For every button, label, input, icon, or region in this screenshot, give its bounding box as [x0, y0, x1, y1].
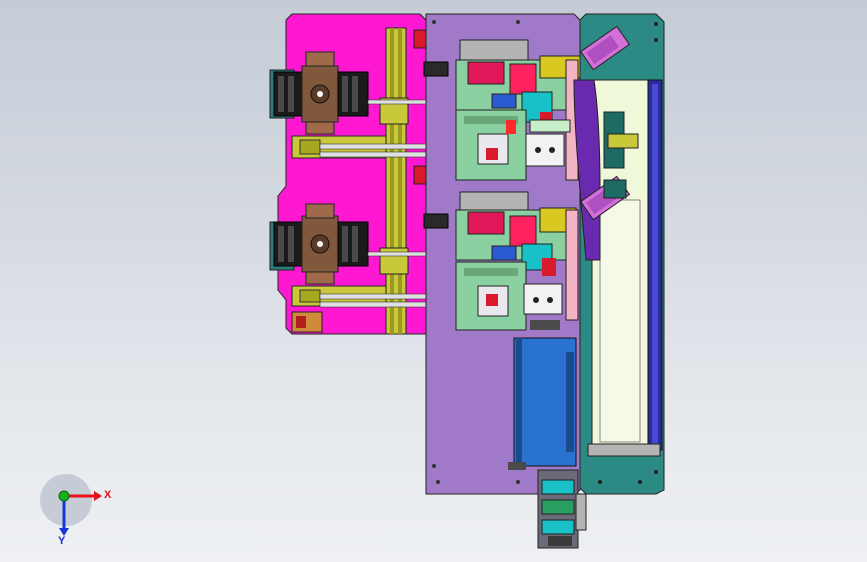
- y-axis-label: Y: [58, 535, 66, 547]
- vertical-rail: [385, 27, 407, 335]
- feeder-assembly[interactable]: [269, 13, 441, 335]
- x-axis-label: X: [104, 489, 112, 501]
- x-axis-arrow: [94, 491, 102, 501]
- conveyor-assembly[interactable]: [573, 13, 665, 495]
- coordinate-triad: [40, 474, 102, 536]
- triad-origin: [58, 490, 70, 502]
- cad-viewport[interactable]: X Y: [0, 0, 867, 562]
- motor-box[interactable]: [508, 337, 577, 470]
- base-assembly[interactable]: [423, 13, 591, 549]
